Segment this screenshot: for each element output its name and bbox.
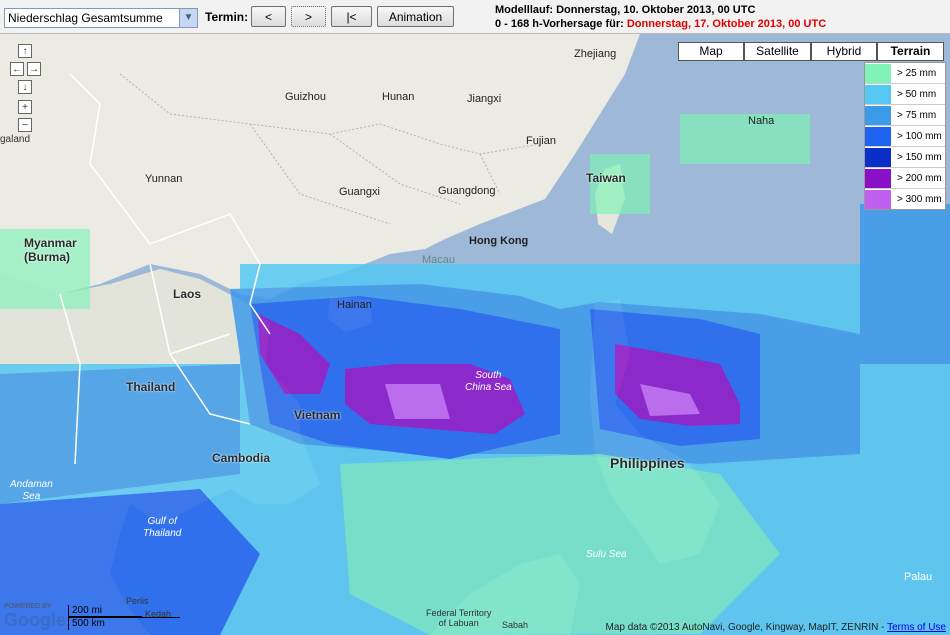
legend-label: > 200 mm: [897, 172, 942, 184]
legend-label: > 150 mm: [897, 151, 942, 163]
toolbar: Niederschlag Gesamtsumme ▼ Termin: < > |…: [0, 0, 950, 34]
place-cambodia: Cambodia: [212, 451, 271, 465]
legend-swatch: [865, 63, 891, 83]
scale-bar: 200 mi 500 km: [68, 605, 180, 631]
legend-row: > 75 mm: [865, 105, 945, 126]
place-jiangxi: Jiangxi: [467, 93, 502, 105]
legend-swatch: [865, 168, 891, 188]
pan-left-button[interactable]: ←: [10, 62, 24, 76]
zoom-in-button[interactable]: +: [18, 100, 32, 114]
place-galand: galand: [0, 134, 31, 145]
place-zhejiang: Zhejiang: [574, 48, 617, 60]
product-select[interactable]: Niederschlag Gesamtsumme ▼: [4, 8, 198, 28]
forecast-info: 0 - 168 h-Vorhersage für: Donnerstag, 17…: [495, 18, 826, 30]
map-terrain: [0, 34, 950, 635]
legend-swatch: [865, 189, 891, 209]
powered-by-label: POWERED BY: [4, 603, 52, 610]
place-myanmar: Myanmar (Burma): [24, 236, 77, 264]
place-andaman-sea: Andaman Sea: [10, 479, 53, 502]
china-land: [0, 34, 640, 299]
maptype-map[interactable]: Map: [678, 42, 744, 61]
legend-row: > 50 mm: [865, 84, 945, 105]
legend-label: > 50 mm: [897, 88, 937, 100]
first-button[interactable]: |<: [331, 6, 372, 27]
legend-row: > 200 mm: [865, 168, 945, 189]
terms-link[interactable]: Terms of Use: [887, 622, 946, 633]
scale-mi: 200 mi: [68, 605, 142, 617]
forecast-date: Donnerstag, 17. Oktober 2013, 00 UTC: [626, 18, 827, 30]
legend-swatch: [865, 147, 891, 167]
place-hunan: Hunan: [382, 91, 415, 103]
place-hainan: Hainan: [337, 299, 372, 311]
place-vietnam: Vietnam: [294, 408, 341, 422]
place-taiwan: Taiwan: [586, 171, 626, 185]
next-button[interactable]: >: [291, 6, 326, 27]
place-yunnan: Yunnan: [145, 173, 183, 185]
place-labuan: Federal Territory of Labuan: [426, 608, 492, 628]
maptype-hybrid[interactable]: Hybrid: [811, 42, 877, 61]
pan-right-button[interactable]: →: [27, 62, 41, 76]
zoom-out-button[interactable]: −: [18, 118, 32, 132]
previous-button[interactable]: <: [251, 6, 286, 27]
place-macau: Macau: [422, 254, 456, 266]
place-philippines: Philippines: [610, 455, 685, 471]
place-fujian: Fujian: [526, 135, 556, 147]
google-wordmark: Google: [4, 610, 66, 630]
legend-label: > 100 mm: [897, 130, 942, 142]
precip-legend: > 25 mm > 50 mm > 75 mm > 100 mm > 150 m…: [864, 62, 946, 210]
termin-label: Termin:: [205, 10, 249, 24]
legend-row: > 25 mm: [865, 63, 945, 84]
place-guangxi: Guangxi: [339, 186, 380, 198]
place-naha: Naha: [748, 115, 775, 127]
chevron-down-icon[interactable]: ▼: [179, 9, 197, 27]
product-select-value: Niederschlag Gesamtsumme: [8, 11, 163, 25]
legend-label: > 25 mm: [897, 67, 937, 79]
place-sulu-sea: Sulu Sea: [586, 549, 627, 560]
attribution: Map data ©2013 AutoNavi, Google, Kingway…: [606, 622, 946, 633]
legend-row: > 300 mm: [865, 189, 945, 209]
place-south-china-sea: South China Sea: [465, 370, 512, 393]
place-guangdong: Guangdong: [438, 185, 496, 197]
place-guizhou: Guizhou: [285, 91, 326, 103]
forecast-prefix: 0 - 168 h-Vorhersage für:: [495, 18, 627, 30]
place-sabah: Sabah: [502, 620, 529, 630]
place-palau: Palau: [904, 571, 933, 583]
place-thailand: Thailand: [126, 380, 176, 394]
maptype-satellite[interactable]: Satellite: [744, 42, 811, 61]
google-logo[interactable]: POWERED BY Google: [4, 603, 66, 631]
legend-row: > 150 mm: [865, 147, 945, 168]
pan-down-button[interactable]: ↓: [18, 80, 32, 94]
legend-swatch: [865, 105, 891, 125]
place-laos: Laos: [173, 287, 202, 301]
maptype-terrain[interactable]: Terrain: [877, 42, 944, 61]
legend-label: > 300 mm: [897, 193, 942, 205]
legend-row: > 100 mm: [865, 126, 945, 147]
scale-km: 500 km: [68, 617, 180, 630]
legend-swatch: [865, 126, 891, 146]
legend-label: > 75 mm: [897, 109, 937, 121]
place-gulf-of-thailand: Gulf of Thailand: [143, 516, 182, 539]
model-run-info: Modelllauf: Donnerstag, 10. Oktober 2013…: [495, 4, 756, 16]
map-canvas[interactable]: ↑ ← → ↓ + − Map Satellite Hybrid Terrain…: [0, 34, 950, 635]
legend-swatch: [865, 84, 891, 104]
pan-up-button[interactable]: ↑: [18, 44, 32, 58]
place-hongkong: Hong Kong: [469, 235, 529, 247]
animation-button[interactable]: Animation: [377, 6, 454, 27]
attribution-text: Map data ©2013 AutoNavi, Google, Kingway…: [605, 622, 888, 633]
